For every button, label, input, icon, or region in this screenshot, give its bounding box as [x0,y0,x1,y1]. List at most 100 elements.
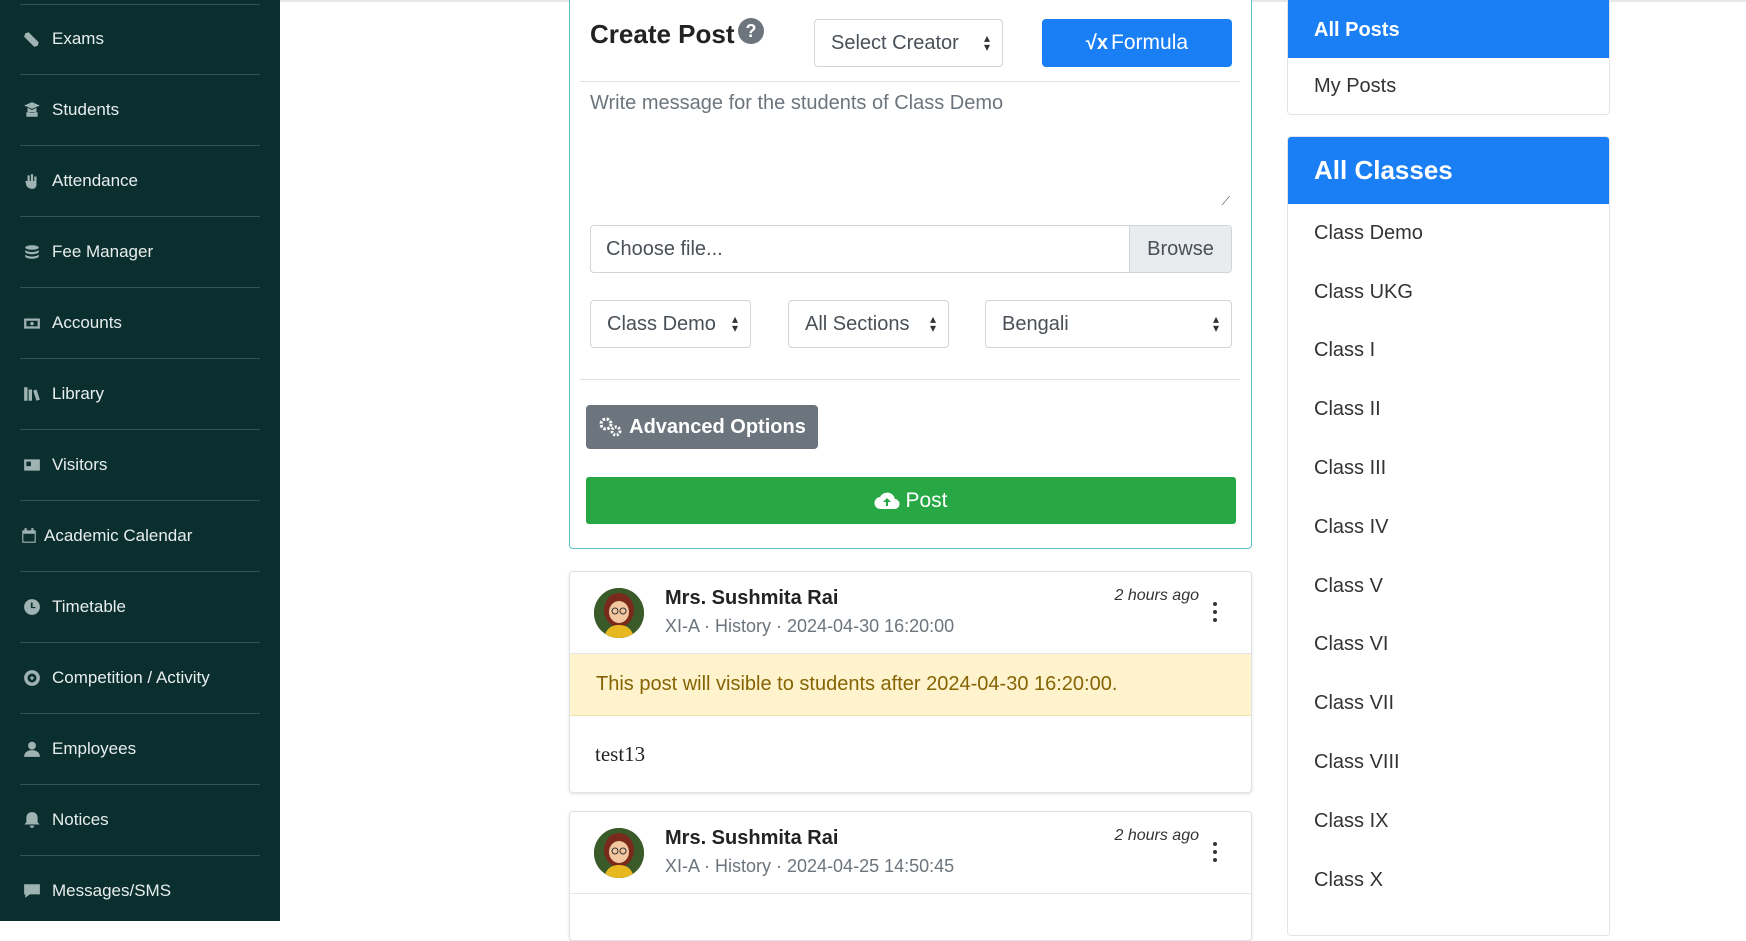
post-author: Mrs. Sushmita Rai [665,587,839,609]
sidebar-item-label: Notices [52,810,109,829]
user-icon [20,740,44,758]
bell-icon [20,811,44,829]
file-input[interactable]: Choose file... Browse [590,225,1232,273]
formula-button[interactable]: √x Formula [1042,19,1232,67]
exams-icon [20,30,44,48]
sidebar-item-academic-calendar[interactable]: Academic Calendar [20,501,260,572]
advanced-options-label: Advanced Options [629,415,806,438]
sidebar: Exams Students Attendance Fee Manager Ac… [0,0,280,921]
classes-card: All Classes Class Demo Class UKG Class I… [1287,136,1610,936]
resize-handle-icon[interactable]: ⟋ [1222,194,1230,209]
gears-icon [599,417,622,437]
class-item[interactable]: Class V [1288,557,1609,616]
message-textarea[interactable]: Write message for the students of Class … [580,83,1240,213]
avatar [594,588,644,638]
section-select[interactable]: All Sections ▴ ▾ [788,300,949,348]
class-item[interactable]: Class VIII [1288,733,1609,792]
sidebar-item-students[interactable]: Students [20,75,260,146]
sidebar-item-fee-manager[interactable]: Fee Manager [20,217,260,288]
post-filter-card: All Posts My Posts [1287,0,1610,115]
sidebar-item-attendance[interactable]: Attendance [20,146,260,217]
sidebar-item-label: Attendance [52,171,139,190]
sidebar-item-employees[interactable]: Employees [20,714,260,785]
sidebar-item-label: Accounts [52,313,122,332]
sidebar-item-messages[interactable]: Messages/SMS [20,856,260,921]
sidebar-item-label: Fee Manager [52,242,154,261]
sidebar-item-label: Messages/SMS [52,881,172,900]
sidebar-item-label: Timetable [52,597,127,616]
advanced-options-button[interactable]: Advanced Options [586,405,818,449]
cloud-upload-icon [874,492,901,509]
all-posts-link[interactable]: All Posts [1288,0,1609,58]
sort-caret-icon: ▴ ▾ [929,312,936,335]
post-button[interactable]: Post [586,477,1236,524]
post-author: Mrs. Sushmita Rai [665,827,839,849]
sort-caret-icon: ▴ ▾ [983,31,990,54]
post-card: Mrs. Sushmita Rai XI-A · History · 2024-… [569,571,1252,793]
post-time: 2 hours ago [1114,587,1199,604]
class-select-value: Class Demo [607,312,716,335]
sidebar-item-library[interactable]: Library [20,359,260,430]
formula-button-label: Formula [1111,31,1189,54]
attendance-icon [20,172,44,190]
file-input-label: Choose file... [606,237,723,260]
class-select[interactable]: Class Demo ▴ ▾ [590,300,751,348]
class-item[interactable]: Class I [1288,322,1609,381]
language-select-value: Bengali [1002,312,1069,335]
my-posts-link[interactable]: My Posts [1288,58,1609,114]
sidebar-item-label: Competition / Activity [52,668,210,687]
class-item[interactable]: Class III [1288,439,1609,498]
sidebar-item-notices[interactable]: Notices [20,785,260,856]
class-item[interactable]: Class X [1288,851,1609,910]
competition-icon [20,669,44,687]
fee-manager-icon [20,243,44,261]
sidebar-item-label: Students [52,100,120,119]
more-vertical-icon[interactable] [1213,842,1219,862]
post-header: Mrs. Sushmita Rai XI-A · History · 2024-… [570,812,1251,894]
help-icon[interactable]: ? [738,18,764,44]
sidebar-item-label: Library [52,384,104,403]
sidebar-item-competition[interactable]: Competition / Activity [20,643,260,714]
post-meta: XI-A · History · 2024-04-25 14:50:45 [665,856,955,876]
sidebar-item-accounts[interactable]: Accounts [20,288,260,359]
calendar-icon [20,527,38,545]
language-select[interactable]: Bengali ▴ ▾ [985,300,1232,348]
library-icon [20,385,44,403]
class-item[interactable]: Class IV [1288,498,1609,557]
sidebar-item-exams[interactable]: Exams [20,4,260,75]
class-item[interactable]: Class UKG [1288,263,1609,322]
avatar [594,828,644,878]
message-icon [20,882,44,900]
class-item[interactable]: Class IX [1288,792,1609,851]
sidebar-item-label: Exams [52,29,104,48]
class-item[interactable]: Class VI [1288,616,1609,675]
classes-title: All Classes [1288,137,1609,204]
accounts-icon [20,314,44,332]
post-meta: XI-A · History · 2024-04-30 16:20:00 [665,616,955,636]
class-item[interactable]: Class VII [1288,674,1609,733]
sidebar-item-label: Visitors [52,455,108,474]
post-time: 2 hours ago [1114,827,1199,844]
sort-caret-icon: ▴ ▾ [731,312,738,335]
post-button-label: Post [905,488,948,512]
post-body: test13 [595,742,646,766]
post-card: Mrs. Sushmita Rai XI-A · History · 2024-… [569,811,1252,941]
post-header: Mrs. Sushmita Rai XI-A · History · 2024-… [570,572,1251,654]
class-item[interactable]: Class Demo [1288,204,1609,263]
clock-icon [20,598,44,616]
creator-select[interactable]: Select Creator ▴ ▾ [814,19,1003,67]
sidebar-item-visitors[interactable]: Visitors [20,430,260,501]
section-select-value: All Sections [805,312,910,335]
students-icon [20,101,44,119]
divider [580,379,1240,380]
post-visibility-alert: This post will visible to students after… [570,654,1251,716]
create-post-title: Create Post [590,19,735,49]
sidebar-item-timetable[interactable]: Timetable [20,572,260,643]
more-vertical-icon[interactable] [1213,602,1219,622]
create-post-card: Create Post ? Select Creator ▴ ▾ √x Formu… [569,0,1252,549]
class-item[interactable]: Class II [1288,380,1609,439]
creator-select-value: Select Creator [831,31,959,54]
browse-button[interactable]: Browse [1129,226,1231,272]
sidebar-item-label: Employees [52,739,137,758]
visitors-icon [20,456,44,474]
